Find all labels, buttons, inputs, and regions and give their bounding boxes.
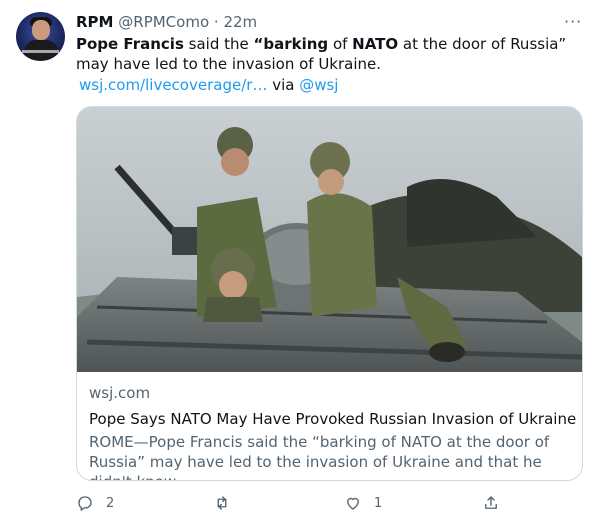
card-text: wsj.com Pope Says NATO May Have Provoked… [89,383,576,480]
card-image[interactable] [77,107,582,372]
avatar-stripe [22,50,59,53]
share-button[interactable] [482,492,500,514]
text-bold-nato: NATO [352,35,399,53]
timestamp[interactable]: 22m [223,13,257,31]
like-icon [347,497,359,510]
card-domain: wsj.com [89,384,151,402]
reply-button[interactable]: 2 [76,492,114,514]
text-fragment: said the [183,35,254,53]
retweet-icon [217,496,227,510]
reply-icon [78,496,92,511]
handle[interactable]: @RPMComo [118,13,209,31]
display-name[interactable]: RPM [76,13,113,31]
via-label: via [267,76,300,94]
like-count: 1 [374,495,383,511]
avatar[interactable] [16,12,65,61]
more-options-icon[interactable]: ··· [564,12,582,31]
avatar-face [32,20,50,40]
text-fragment: of [328,35,353,53]
via-handle-link[interactable]: @wsj [299,76,338,94]
retweet-button[interactable] [213,492,243,514]
separator: · [213,13,219,31]
article-link[interactable]: wsj.com/livecoverage/r… [79,76,267,94]
tweet-header: RPM @RPMComo · 22m [76,12,257,32]
tweet-actions: 2 1 [76,492,576,516]
like-button[interactable]: 1 [344,492,382,514]
reply-count: 2 [106,495,115,511]
link-card[interactable]: wsj.com Pope Says NATO May Have Provoked… [76,106,583,481]
card-title[interactable]: Pope Says NATO May Have Provoked Russian… [89,409,576,429]
share-icon [485,496,497,509]
card-description: ROME—Pope Francis said the “barking of N… [89,433,550,480]
tweet-text: Pope Francis said the “barking of NATO a… [76,34,576,74]
text-bold-pope: Pope Francis [76,35,184,53]
text-bold-barking: “barking [253,35,329,53]
link-line: wsj.com/livecoverage/r… via @wsj [79,75,338,95]
